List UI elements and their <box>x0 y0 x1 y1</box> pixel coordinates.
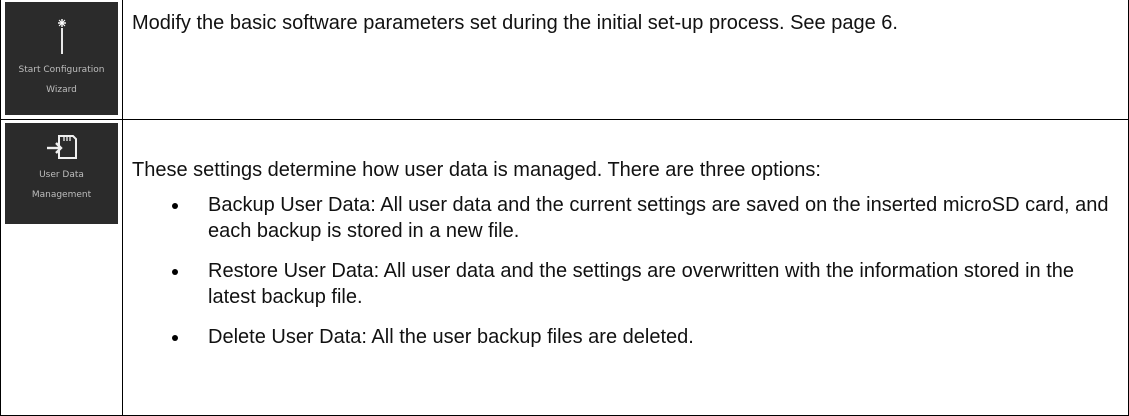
magic-wand-icon <box>57 19 66 54</box>
list-item-text: Restore User Data: All user data and the… <box>208 260 1074 308</box>
start-configuration-wizard-button[interactable]: Start Configuration Wizard <box>5 2 118 115</box>
bullet-icon <box>172 203 178 209</box>
icon-cell: User Data Management <box>1 120 123 416</box>
options-list: Backup User Data: All user data and the … <box>132 192 1118 364</box>
bullet-icon <box>172 269 178 275</box>
tile-label-line1: User Data <box>39 170 84 180</box>
description-intro: These settings determine how user data i… <box>132 159 821 181</box>
table-row: User Data Management These settings dete… <box>1 120 1128 416</box>
sd-card-import-icon <box>46 135 77 159</box>
tile-label-line2: Wizard <box>46 85 77 95</box>
tile-label-line1: Start Configuration <box>18 65 105 75</box>
description-cell: Modify the basic software parameters set… <box>123 0 1128 119</box>
list-item-text: Delete User Data: All the user backup fi… <box>208 326 694 348</box>
icon-cell: Start Configuration Wizard <box>1 0 123 119</box>
settings-table: Start Configuration Wizard Modify the ba… <box>0 0 1129 416</box>
table-row: Start Configuration Wizard Modify the ba… <box>1 0 1128 120</box>
description-text: Modify the basic software parameters set… <box>132 12 898 34</box>
description-cell: These settings determine how user data i… <box>123 120 1128 416</box>
list-item: Delete User Data: All the user backup fi… <box>132 324 1118 350</box>
list-item: Backup User Data: All user data and the … <box>132 192 1118 244</box>
list-item-text: Backup User Data: All user data and the … <box>208 194 1109 242</box>
tile-label-line2: Management <box>31 190 92 200</box>
list-item: Restore User Data: All user data and the… <box>132 258 1118 310</box>
user-data-management-button[interactable]: User Data Management <box>5 123 118 224</box>
bullet-icon <box>172 335 178 341</box>
